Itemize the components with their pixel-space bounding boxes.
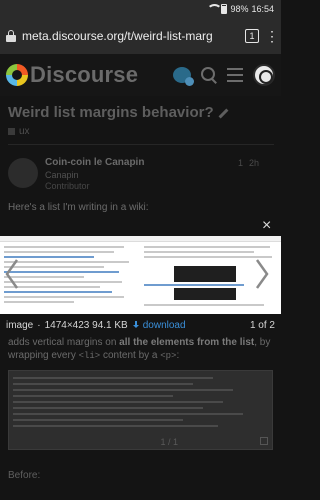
site-header: Discourse [0,54,281,96]
body-text-segment: : [176,350,180,361]
post-author-username[interactable]: Canapin [45,170,79,180]
discourse-logo-icon [6,64,28,86]
lightbox-close-button[interactable]: × [262,218,271,234]
body-text-segment: , by [254,337,271,348]
download-link[interactable]: download [132,320,186,331]
category-badge-icon [8,128,15,135]
post-meta: 1 2h [238,158,259,168]
lightbox-caption: image · 1474×423 94.1 KB download 1 of 2 [0,317,281,333]
logo-text: Discourse [30,62,139,87]
category-label: ux [19,126,30,137]
search-icon[interactable] [201,67,217,83]
expand-icon[interactable] [260,437,268,445]
post-intro-text: Here's a list I'm writing in a wiki: [8,202,149,213]
second-image[interactable]: 1 / 1 [8,370,273,450]
user-avatar[interactable] [253,64,275,86]
browser-url-bar: meta.discourse.org/t/weird-list-marg 1 ⋮ [0,17,281,54]
caption-meta: 1474×423 94.1 KB [44,319,128,331]
status-bar: 98% 16:54 [0,0,281,17]
chat-icon[interactable] [173,67,194,86]
wifi-icon [207,4,218,13]
download-icon [132,320,140,330]
caption-name: image [6,319,34,331]
battery-icon [221,3,228,14]
lightbox-image[interactable] [0,236,281,314]
body-code-p: <p> [160,351,177,361]
body-bold-text: all the elements from the list [119,337,255,348]
lock-icon [6,29,16,42]
body-text-segment: adds vertical margins on [8,337,117,348]
post-author-role: Contributor [45,181,90,191]
topic-title-text: Weird list margins behavior? [8,104,214,121]
before-label: Before: [8,470,41,481]
tab-switcher-button[interactable]: 1 [245,28,259,43]
hamburger-menu-icon[interactable] [227,68,243,82]
next-image-icon[interactable] [254,258,270,290]
edit-title-icon[interactable] [218,108,229,118]
body-code-li: <li> [78,351,101,361]
second-image-counter: 1 / 1 [160,437,178,447]
clock: 16:54 [251,3,274,14]
post-age[interactable]: 2h [249,158,259,168]
body-text-segment: wrapping every [8,350,76,361]
topic-title: Weird list margins behavior? [8,104,274,121]
site-logo[interactable]: Discourse [6,62,138,88]
body-text-segment: content by a [102,350,158,361]
topic-category[interactable]: ux [8,126,30,137]
title-divider [8,144,274,145]
url-field[interactable]: meta.discourse.org/t/weird-list-marg [22,29,239,43]
previous-image-icon[interactable] [4,258,20,290]
post-author-name[interactable]: Coin-coin le Canapin [45,157,144,168]
browser-menu-icon[interactable]: ⋮ [265,29,279,43]
image-counter: 1 of 2 [249,319,275,331]
post-author-avatar[interactable] [8,158,38,188]
caption-separator: · [37,319,41,331]
download-label: download [142,319,186,331]
battery-percent: 98% [230,3,249,14]
edit-history-count[interactable]: 1 [238,158,243,168]
post-body-text: adds vertical margins on all the element… [8,336,276,363]
